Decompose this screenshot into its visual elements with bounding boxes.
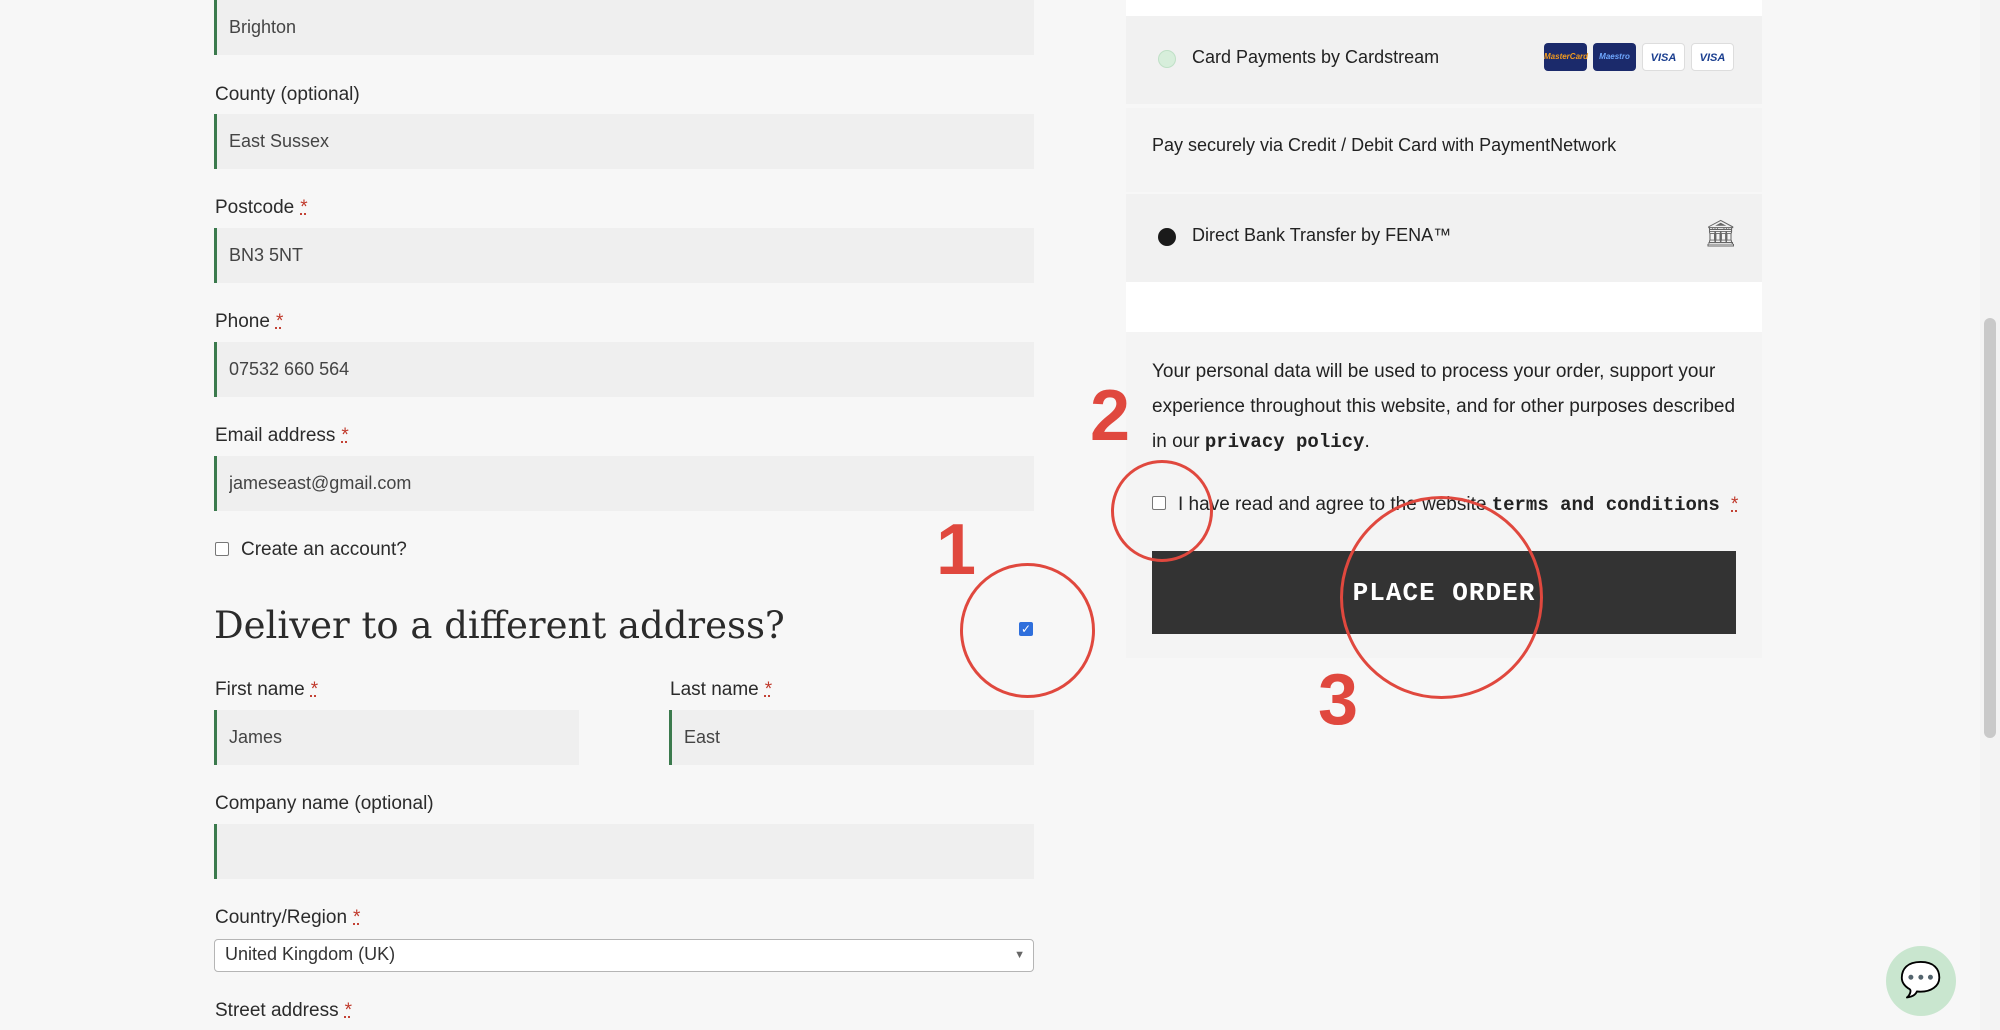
postcode-label: Postcode * [215, 197, 308, 218]
create-account-checkbox[interactable] [215, 542, 229, 556]
first-name-label: First name * [215, 679, 319, 700]
required-mark: * [353, 907, 361, 928]
last-name-field[interactable] [669, 710, 1034, 765]
visa-debit-icon: VISA [1691, 43, 1734, 71]
first-name-input[interactable] [217, 710, 579, 765]
required-mark: * [275, 311, 284, 332]
maestro-icon: Maestro [1593, 43, 1636, 71]
last-name-input[interactable] [672, 710, 1034, 765]
email-field[interactable] [214, 456, 1034, 511]
payment-panel-top [1126, 0, 1762, 16]
annotation-number-1: 1 [936, 510, 977, 590]
county-label: County (optional) [215, 84, 360, 105]
required-mark: * [341, 425, 349, 446]
postcode-field[interactable] [214, 228, 1034, 283]
company-input[interactable] [217, 824, 1034, 879]
bank-transfer-radio[interactable] [1158, 228, 1176, 246]
scrollbar-thumb[interactable] [1984, 318, 1996, 738]
chevron-down-icon: ▼ [1014, 949, 1025, 961]
city-field[interactable] [214, 0, 1034, 55]
annotation-circle-3 [1340, 496, 1543, 699]
card-payment-description: Pay securely via Credit / Debit Card wit… [1152, 135, 1617, 155]
phone-label: Phone * [215, 311, 284, 332]
country-label: Country/Region * [215, 907, 361, 928]
bank-secure-icon: 🏛 [1704, 218, 1738, 248]
visa-icon: VISA [1642, 43, 1685, 71]
chat-bubble-icon[interactable]: 💬 [1886, 946, 1956, 1016]
card-payment-description-box: Pay securely via Credit / Debit Card wit… [1126, 108, 1762, 192]
street-address-label: Street address * [215, 1000, 352, 1021]
payment-panel-spacer [1126, 282, 1762, 332]
country-select-value: United Kingdom (UK) [225, 944, 396, 964]
required-mark: * [310, 679, 319, 700]
annotation-number-3: 3 [1318, 660, 1359, 740]
company-field[interactable] [214, 824, 1034, 879]
county-input[interactable] [217, 114, 1034, 169]
bank-transfer-row[interactable]: Direct Bank Transfer by FENA™ 🏛 [1126, 194, 1762, 282]
country-select[interactable]: United Kingdom (UK) ▼ [214, 939, 1034, 972]
card-payment-radio[interactable] [1158, 50, 1176, 68]
required-mark: * [344, 1000, 352, 1021]
annotation-circle-1 [960, 563, 1095, 698]
city-input[interactable] [217, 0, 1034, 55]
email-label: Email address * [215, 425, 349, 446]
phone-input[interactable] [217, 342, 1034, 397]
scrollbar[interactable] [1980, 0, 2000, 1030]
annotation-number-2: 2 [1090, 376, 1131, 456]
county-field[interactable] [214, 114, 1034, 169]
required-mark: * [300, 197, 308, 218]
privacy-notice: Your personal data will be used to proce… [1152, 354, 1742, 460]
required-mark: * [764, 679, 773, 700]
privacy-notice-end: . [1364, 431, 1370, 452]
postcode-input[interactable] [217, 228, 1034, 283]
card-payment-row[interactable]: Card Payments by Cardstream MasterCard M… [1126, 16, 1762, 104]
first-name-field[interactable] [214, 710, 579, 765]
mastercard-icon: MasterCard [1544, 43, 1588, 71]
phone-field[interactable] [214, 342, 1034, 397]
create-account-label: Create an account? [241, 539, 407, 560]
annotation-circle-2 [1111, 460, 1213, 562]
required-mark: * [1731, 494, 1739, 515]
privacy-policy-link[interactable]: privacy policy [1205, 431, 1365, 453]
card-payment-title: Card Payments by Cardstream [1192, 47, 1440, 67]
deliver-different-address-heading: Deliver to a different address? [214, 604, 785, 647]
email-input[interactable] [217, 456, 1034, 511]
bank-transfer-title: Direct Bank Transfer by FENA™ [1192, 225, 1452, 245]
terms-link[interactable]: terms and conditions [1492, 494, 1720, 516]
last-name-label: Last name * [670, 679, 773, 700]
company-label: Company name (optional) [215, 793, 434, 814]
